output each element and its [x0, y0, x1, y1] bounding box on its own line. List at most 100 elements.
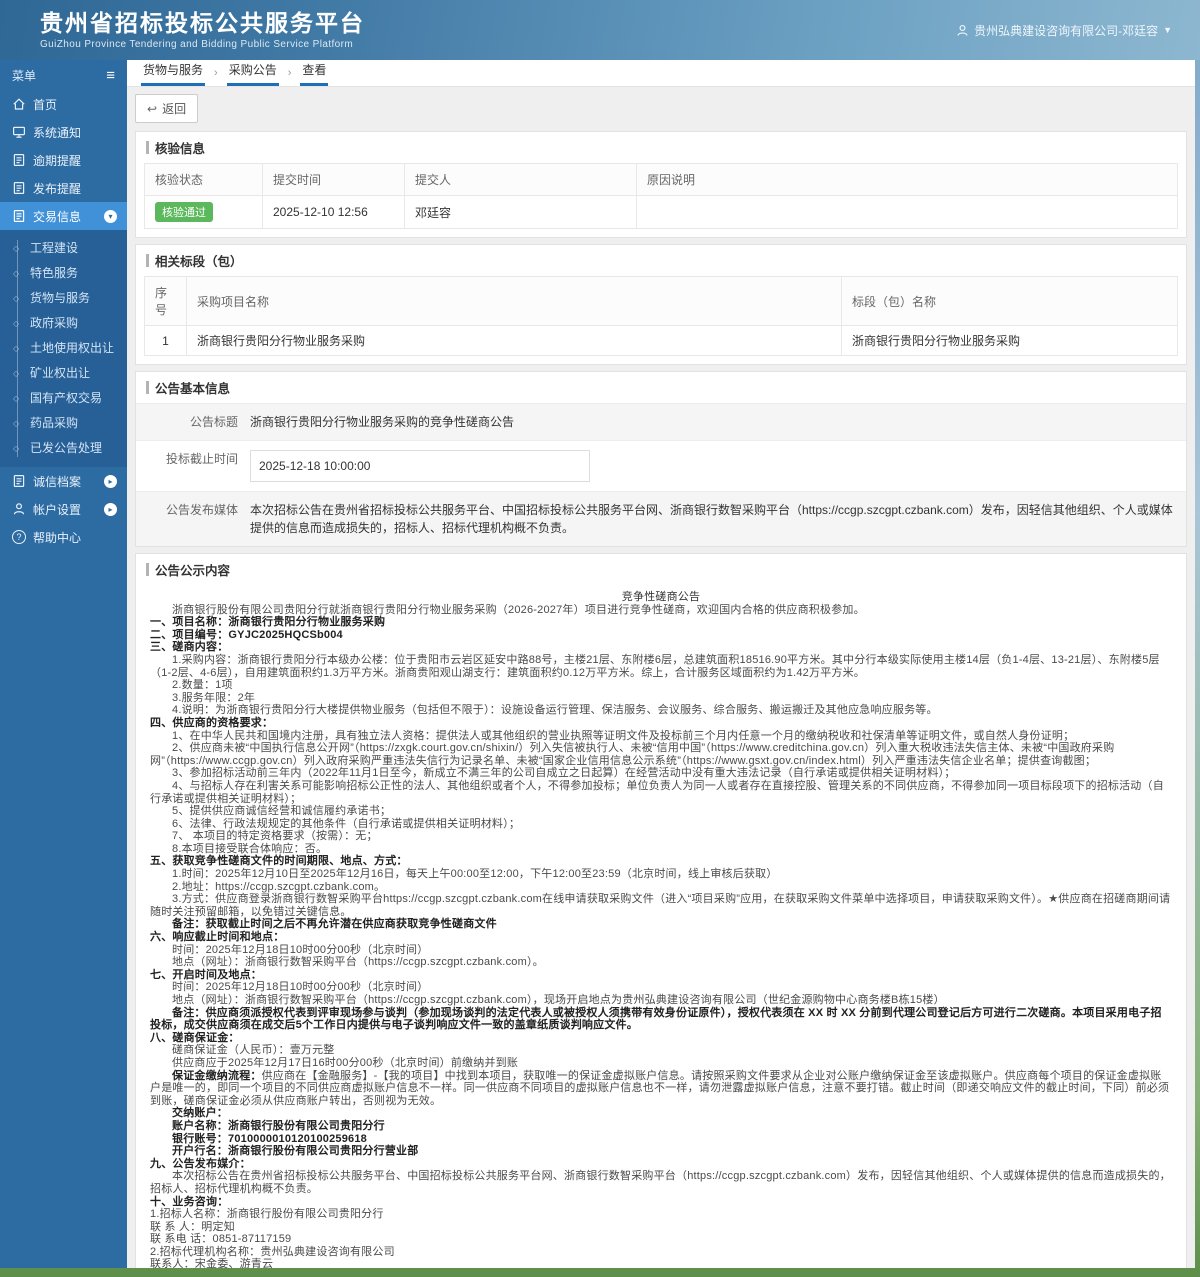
- sidebar-item-account-settings[interactable]: 帐户设置 ▸: [0, 495, 127, 523]
- content-line: 联系人：宋金委、游青云: [150, 1258, 1172, 1268]
- subitem-label: 已发公告处理: [30, 441, 102, 455]
- content-line: 8.本项目接受联合体响应：否。: [150, 843, 1172, 856]
- col-header: 采购项目名称: [187, 277, 842, 326]
- table-row: 1 浙商银行贵阳分行物业服务采购 浙商银行贵阳分行物业服务采购: [145, 326, 1178, 356]
- content-line: 交纳账户：: [150, 1107, 1172, 1120]
- sidebar-item-label: 首页: [33, 96, 117, 113]
- sidebar-subitem-state-property[interactable]: ◇国有产权交易: [0, 386, 127, 411]
- sidebar-subitem-published-handling[interactable]: ◇已发公告处理: [0, 436, 127, 461]
- content-line: 2.地址：https://ccgp.szcgpt.czbank.com。: [150, 881, 1172, 894]
- subitem-label: 特色服务: [30, 266, 78, 280]
- content-line: 九、公告发布媒介：: [150, 1158, 1172, 1171]
- content-line: 4、与招标人存在利害关系可能影响招标公正性的法人、其他组织或者个人，不得参加投标…: [150, 780, 1172, 805]
- app-title: 贵州省招标投标公共服务平台: [40, 10, 365, 38]
- subitem-label: 货物与服务: [30, 291, 90, 305]
- content-line: 供应商应于2025年12月17日16时00分00秒（北京时间）前缴纳并到账: [150, 1057, 1172, 1070]
- status-badge: 核验通过: [155, 202, 213, 222]
- sidebar-item-trade-info[interactable]: 交易信息 ▾: [0, 202, 127, 230]
- breadcrumb-goods-services[interactable]: 货物与服务: [141, 61, 205, 86]
- subitem-label: 国有产权交易: [30, 391, 102, 405]
- content-line: 联 系电 话：0851-87117159: [150, 1233, 1172, 1246]
- content-line: 浙商银行股份有限公司贵阳分行就浙商银行贵阳分行物业服务采购（2026-2027年…: [150, 604, 1172, 617]
- bid-deadline-value: 2025-12-18 10:00:00: [250, 450, 590, 482]
- content-line: 备注：获取截止时间之后不再允许潜在供应商获取竞争性磋商文件: [150, 918, 1172, 931]
- content-line: 7、 本项目的特定资格要求（按需）：无；: [150, 830, 1172, 843]
- sidebar-subitem-featured-services[interactable]: ◇特色服务: [0, 261, 127, 286]
- publish-media-value: 本次招标公告在贵州省招标投标公共服务平台、中国招标投标公共服务平台网、浙商银行数…: [248, 492, 1186, 546]
- sidebar-subitem-gov-procurement[interactable]: ◇政府采购: [0, 311, 127, 336]
- breadcrumb: 货物与服务 › 采购公告 › 查看: [127, 60, 1195, 87]
- chevron-down-icon: ▼: [1163, 25, 1172, 35]
- breadcrumb-view[interactable]: 查看: [300, 61, 328, 86]
- section-title-text: 公告基本信息: [155, 378, 230, 397]
- info-row-deadline: 投标截止时间 2025-12-18 10:00:00: [136, 440, 1186, 491]
- col-header: 提交时间: [263, 164, 405, 196]
- document-icon: [12, 209, 26, 223]
- content-line: 1.时间：2025年12月10日至2025年12月16日，每天上午00:00至1…: [150, 868, 1172, 881]
- content-line: 地点（网址）：浙商银行数智采购平台（https://ccgp.szcgpt.cz…: [150, 956, 1172, 969]
- subitem-label: 矿业权出让: [30, 366, 90, 380]
- sidebar-subitem-land-use[interactable]: ◇土地使用权出让: [0, 336, 127, 361]
- app-header: 贵州省招标投标公共服务平台 GuiZhou Province Tendering…: [0, 0, 1200, 60]
- content-line: 时间：2025年12月18日10时00分00秒（北京时间）: [150, 981, 1172, 994]
- main-content: 货物与服务 › 采购公告 › 查看 ↩ 返回 核验信息: [127, 60, 1195, 1268]
- content-line: 1.招标人名称：浙商银行股份有限公司贵阳分行: [150, 1208, 1172, 1221]
- hamburger-icon[interactable]: ≡: [106, 67, 115, 84]
- subitem-label: 工程建设: [30, 241, 78, 255]
- diamond-bullet-icon: ◇: [13, 286, 19, 311]
- sidebar-item-label: 系统通知: [33, 124, 117, 141]
- sidebar-subitem-mining-rights[interactable]: ◇矿业权出让: [0, 361, 127, 386]
- content-line: 二、项目编号：GYJC2025HQCSb004: [150, 629, 1172, 642]
- content-line: 时间：2025年12月18日10时00分00秒（北京时间）: [150, 944, 1172, 957]
- content-line: 3、参加招标活动前三年内（2022年11月1日至今，新成立不满三年的公司自成立之…: [150, 767, 1172, 780]
- content-line: 备注：供应商须派授权代表到评审现场参与谈判（参加现场谈判的法定代表人或被授权人须…: [150, 1007, 1172, 1032]
- content-line: 2.数量：1项: [150, 679, 1172, 692]
- field-label: 公告发布媒体: [136, 492, 248, 546]
- section-title-text: 公告公示内容: [155, 560, 230, 579]
- sidebar-subitem-drug-procurement[interactable]: ◇药品采购: [0, 411, 127, 436]
- document-icon: [12, 474, 26, 488]
- sidebar-item-system-notice[interactable]: 系统通知: [0, 118, 127, 146]
- back-label: 返回: [162, 100, 186, 117]
- sidebar-item-publish-reminder[interactable]: 发布提醒: [0, 174, 127, 202]
- section-title: 核验信息: [136, 132, 1186, 163]
- content-line: 4.说明：为浙商银行贵阳分行大楼提供物业服务（包括但不限于）：设施设备运行管理、…: [150, 704, 1172, 717]
- content-line: 五、获取竞争性磋商文件的时间期限、地点、方式：: [150, 855, 1172, 868]
- breadcrumb-separator: ›: [279, 67, 301, 86]
- submitter-cell: 邓廷容: [405, 196, 637, 229]
- content-line: 2.招标代理机构名称：贵州弘典建设咨询有限公司: [150, 1246, 1172, 1259]
- monitor-icon: [12, 125, 26, 139]
- info-row-title: 公告标题 浙商银行贵阳分行物业服务采购的竞争性磋商公告: [136, 403, 1186, 440]
- row-index-cell: 1: [145, 326, 187, 356]
- content-line: 1、在中华人民共和国境内注册，具有独立法人资格：提供法人或其他组织的营业执照等证…: [150, 730, 1172, 743]
- sidebar-item-label: 发布提醒: [33, 180, 117, 197]
- back-button[interactable]: ↩ 返回: [135, 94, 198, 123]
- diamond-bullet-icon: ◇: [13, 311, 19, 336]
- title-marker: [146, 254, 149, 267]
- sidebar-item-help-center[interactable]: ? 帮助中心: [0, 523, 127, 551]
- sidebar-item-overdue-reminder[interactable]: 逾期提醒: [0, 146, 127, 174]
- related-sections-section: 相关标段（包） 序号 采购项目名称 标段（包）名称 1 浙商银行贵阳分行物业服务…: [135, 244, 1187, 365]
- project-name-cell: 浙商银行贵阳分行物业服务采购: [187, 326, 842, 356]
- sidebar-item-label: 帐户设置: [33, 501, 97, 518]
- chevron-down-icon: ▾: [104, 210, 117, 223]
- user-icon: [956, 24, 969, 37]
- title-marker: [146, 381, 149, 394]
- sidebar-subitem-goods-services[interactable]: ◇ 货物与服务: [0, 286, 127, 311]
- col-header: 序号: [145, 277, 187, 326]
- col-header: 原因说明: [637, 164, 1178, 196]
- breadcrumb-procurement-notice[interactable]: 采购公告: [227, 61, 279, 86]
- sidebar-item-home[interactable]: 首页: [0, 90, 127, 118]
- table-row: 核验通过 2025-12-10 12:56 邓廷容: [145, 196, 1178, 229]
- announcement-title-value: 浙商银行贵阳分行物业服务采购的竞争性磋商公告: [248, 404, 1186, 440]
- trade-submenu: ◇工程建设 ◇特色服务 ◇货物与服务 ◇政府采购 ◇土地使用权出让 ◇矿业权出让…: [0, 230, 127, 467]
- content-line: 账户名称：浙商银行股份有限公司贵阳分行: [150, 1120, 1172, 1133]
- col-header: 标段（包）名称: [842, 277, 1178, 326]
- user-menu[interactable]: 贵州弘典建设咨询有限公司-邓廷容 ▼: [956, 22, 1172, 39]
- sidebar-menu-bar: 菜单 ≡: [0, 60, 127, 90]
- title-marker: [146, 563, 149, 576]
- subitem-label: 药品采购: [30, 416, 78, 430]
- sidebar-subitem-engineering[interactable]: ◇工程建设: [0, 236, 127, 261]
- sidebar-item-integrity[interactable]: 诚信档案 ▸: [0, 467, 127, 495]
- document-icon: [12, 181, 26, 195]
